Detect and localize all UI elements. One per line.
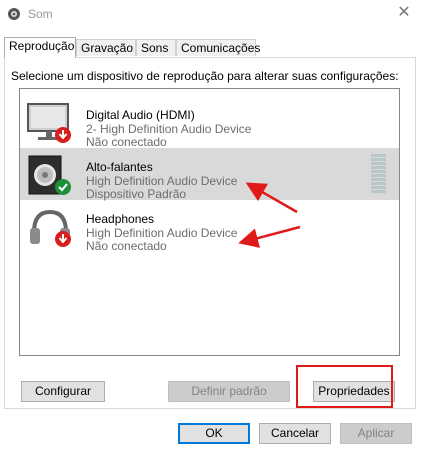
apply-button[interactable]: Aplicar bbox=[340, 423, 412, 444]
device-status: Não conectado bbox=[86, 239, 167, 253]
device-item-hdmi[interactable]: Digital Audio (HDMI) 2- High Definition … bbox=[20, 96, 399, 149]
device-list[interactable]: Digital Audio (HDMI) 2- High Definition … bbox=[19, 88, 400, 356]
device-item-speakers[interactable]: Alto-falantes High Definition Audio Devi… bbox=[20, 148, 399, 201]
device-name: Alto-falantes bbox=[86, 160, 153, 174]
tab-reproducao[interactable]: Reprodução bbox=[4, 37, 76, 58]
device-name: Headphones bbox=[86, 212, 155, 226]
configure-button[interactable]: Configurar bbox=[21, 381, 105, 402]
ok-button[interactable]: OK bbox=[178, 423, 250, 444]
headphones-icon bbox=[30, 209, 71, 247]
cancel-button[interactable]: Cancelar bbox=[259, 423, 331, 444]
volume-meter bbox=[371, 154, 386, 193]
device-driver: High Definition Audio Device bbox=[86, 174, 238, 188]
speaker-app-icon bbox=[8, 8, 20, 20]
device-driver: 2- High Definition Audio Device bbox=[86, 122, 252, 136]
device-driver: High Definition Audio Device bbox=[86, 226, 238, 240]
device-status: Não conectado bbox=[86, 135, 167, 149]
title-bar: Som ✕ bbox=[0, 0, 421, 28]
tab-sons[interactable]: Sons bbox=[136, 39, 176, 56]
window-title: Som bbox=[28, 7, 53, 21]
annotation-highlight-box bbox=[296, 365, 393, 408]
device-item-headphones[interactable]: Headphones High Definition Audio Device … bbox=[20, 200, 399, 253]
tab-comunicacoes[interactable]: Comunicações bbox=[176, 39, 260, 56]
instructions-text: Selecione um dispositivo de reprodução p… bbox=[11, 69, 399, 83]
speaker-icon bbox=[28, 155, 71, 195]
device-name: Digital Audio (HDMI) bbox=[86, 108, 195, 122]
close-button[interactable]: ✕ bbox=[390, 2, 418, 24]
set-default-button[interactable]: Definir padrão bbox=[168, 381, 290, 402]
tab-gravacao[interactable]: Gravação bbox=[76, 39, 136, 56]
monitor-icon bbox=[27, 103, 71, 143]
device-status: Dispositivo Padrão bbox=[86, 187, 187, 201]
